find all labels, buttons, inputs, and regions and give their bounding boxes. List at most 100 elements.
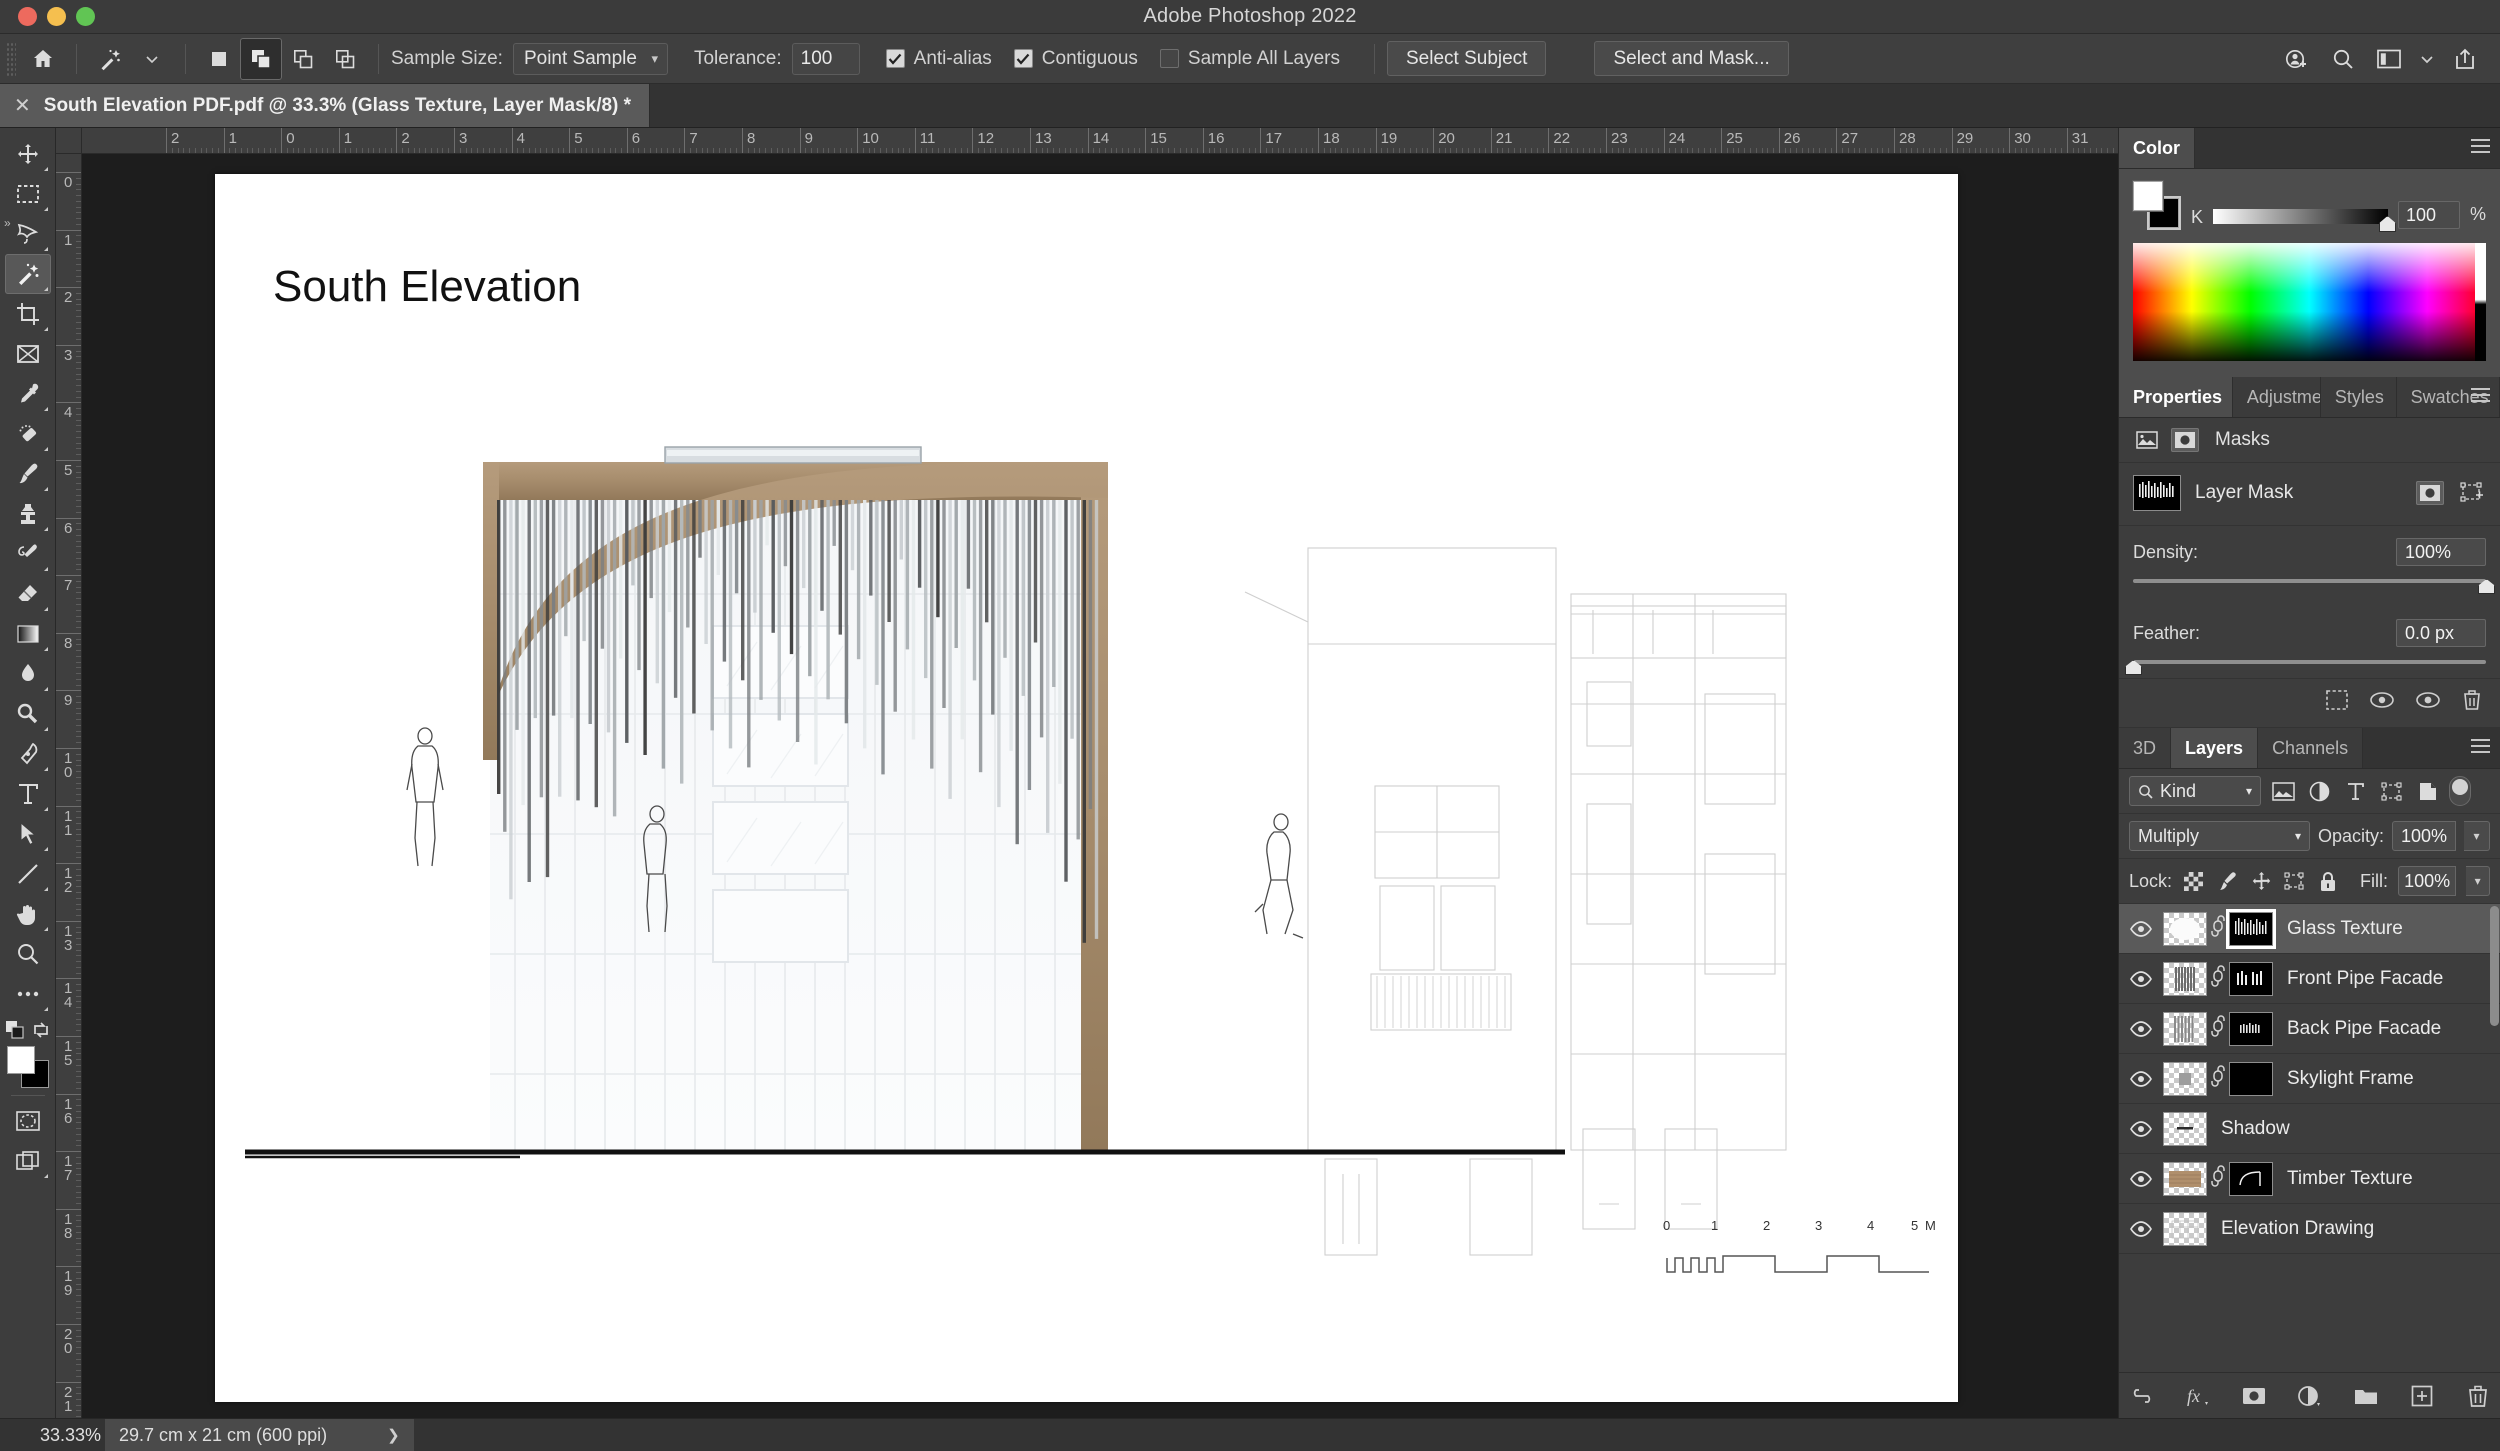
filter-pixel-icon[interactable] [2269,777,2297,805]
sample-size-select[interactable]: Point Sample ▾ [512,42,668,75]
anti-alias-checkbox[interactable]: Anti-alias [885,48,992,70]
search-icon[interactable] [2322,38,2364,80]
layer-mask-thumbnail[interactable] [2133,475,2181,511]
sample-all-layers-checkbox[interactable]: Sample All Layers [1159,48,1340,70]
delete-mask-icon[interactable] [2462,689,2482,717]
tool-preset-chevron-icon[interactable] [131,38,173,80]
layer-row[interactable]: Glass Texture [2119,904,2500,954]
magic-wand-tool[interactable] [4,254,51,294]
layer-mask-link-icon[interactable] [2207,1065,2229,1092]
default-colors-icon[interactable] [5,1020,25,1040]
lasso-tool[interactable] [5,214,51,254]
panel-menu-icon[interactable] [2471,728,2490,768]
layer-list[interactable]: Glass Texture Front Pipe Facade Back Pipe … [2119,904,2500,1372]
panel-menu-icon[interactable] [2471,377,2490,417]
blur-tool[interactable] [5,654,51,694]
vertical-ruler[interactable]: 0 1 2 3 4 5 6 7 8 9 10 11 12 13 14 15 16 17 18 19 20 21 [56,154,82,1418]
type-tool[interactable] [5,774,51,814]
layer-thumbnail[interactable] [2163,911,2207,946]
foreground-color-swatch[interactable] [2133,181,2163,211]
new-group-icon[interactable] [2351,1381,2381,1411]
dodge-tool[interactable] [5,694,51,734]
layer-thumbnail[interactable] [2163,1111,2207,1146]
adjustment-layer-icon[interactable] [2295,1381,2325,1411]
layer-visibility-icon[interactable] [2119,970,2163,987]
ruler-corner[interactable] [56,128,82,154]
zoom-level[interactable]: 33.33% [0,1419,105,1451]
zoom-tool[interactable] [5,934,51,974]
layer-style-fx-icon[interactable]: fx [2183,1381,2213,1411]
rectangular-marquee-tool[interactable] [5,174,51,214]
opacity-chevron-icon[interactable]: ▾ [2464,821,2490,851]
feather-input[interactable]: 0.0 px [2396,619,2486,647]
options-bar-grip[interactable] [6,41,16,76]
blend-mode-select[interactable]: Multiply ▾ [2129,821,2310,851]
add-user-icon[interactable] [2276,38,2318,80]
swap-colors-icon[interactable] [31,1020,51,1040]
layer-visibility-icon[interactable] [2119,1170,2163,1187]
layer-mask-thumbnail[interactable] [2229,1161,2273,1196]
horizontal-ruler[interactable]: 2 1 0 1 2 3 4 5 6 7 8 9 10 11 12 13 14 15 16 17 18 19 20 21 22 23… [82,128,2118,154]
layer-thumbnail[interactable] [2163,961,2207,996]
layer-visibility-icon[interactable] [2119,1120,2163,1137]
document-page[interactable]: South Elevation 0 1 2 3 4 5 M [215,174,1958,1402]
home-icon[interactable] [22,38,64,80]
gradient-tool[interactable] [5,614,51,654]
toggle-mask-icon[interactable] [2416,691,2440,715]
layer-mask-thumbnail[interactable] [2229,961,2273,996]
layer-mask-thumbnail[interactable] [2229,1011,2273,1046]
link-layers-icon[interactable] [2127,1381,2157,1411]
layer-thumbnail[interactable] [2163,1061,2207,1096]
brush-tool[interactable] [5,454,51,494]
chevron-down-icon[interactable] [2414,38,2440,80]
add-vector-mask-icon[interactable] [2458,481,2486,505]
line-tool[interactable] [5,854,51,894]
tab-layers[interactable]: Layers [2171,728,2259,768]
magic-wand-icon[interactable] [89,38,131,80]
layer-mask-thumbnail[interactable] [2229,911,2273,946]
path-selection-tool[interactable] [5,814,51,854]
foreground-background-colors[interactable] [5,1044,51,1090]
close-icon[interactable]: ✕ [14,96,31,116]
tab-properties[interactable]: Properties [2119,377,2233,417]
layer-mask-link-icon[interactable] [2207,1015,2229,1042]
frame-tool[interactable] [5,334,51,374]
layer-visibility-icon[interactable] [2119,1220,2163,1237]
layer-row[interactable]: Timber Texture [2119,1154,2500,1204]
layer-mask-link-icon[interactable] [2207,915,2229,942]
eyedropper-tool[interactable] [5,374,51,414]
tolerance-input[interactable]: 100 [791,42,860,75]
apply-mask-icon[interactable] [2370,691,2394,715]
subtract-from-selection-button[interactable] [282,38,324,80]
eraser-tool[interactable] [5,574,51,614]
tab-adjustments[interactable]: Adjustme [2232,377,2321,417]
pixel-mask-icon[interactable] [2133,428,2161,452]
select-and-mask-button[interactable]: Select and Mask... [1594,41,1789,76]
document-tab[interactable]: ✕ South Elevation PDF.pdf @ 33.3% (Glass… [0,84,651,127]
k-channel-slider[interactable] [2213,209,2396,232]
color-swatches[interactable] [2133,181,2181,229]
layer-mask-row[interactable]: Layer Mask [2119,463,2500,526]
layer-row[interactable]: Shadow [2119,1104,2500,1154]
history-brush-tool[interactable] [5,534,51,574]
k-value-input[interactable]: 100 [2397,201,2460,229]
layer-visibility-icon[interactable] [2119,1020,2163,1037]
delete-layer-icon[interactable] [2463,1381,2493,1411]
lock-position-icon[interactable] [2249,868,2273,894]
layers-scrollbar[interactable] [2490,906,2499,1026]
density-input[interactable]: 100% [2396,538,2486,566]
quick-mask-icon[interactable] [5,1101,51,1141]
clone-stamp-tool[interactable] [5,494,51,534]
lock-transparency-icon[interactable] [2182,868,2206,894]
tab-styles[interactable]: Styles [2320,377,2397,417]
screen-mode-icon[interactable] [5,1141,51,1181]
add-to-selection-button[interactable] [240,37,282,80]
opacity-input[interactable]: 100% [2392,821,2456,851]
layer-mask-link-icon[interactable] [2207,965,2229,992]
layer-row[interactable]: Front Pipe Facade [2119,954,2500,1004]
layer-filter-kind-select[interactable]: Kind ▾ [2129,776,2261,806]
layer-row[interactable]: Back Pipe Facade [2119,1004,2500,1054]
layer-mask-link-icon[interactable] [2207,1165,2229,1192]
contiguous-checkbox[interactable]: Contiguous [1013,48,1138,70]
lock-artboard-icon[interactable] [2283,868,2307,894]
